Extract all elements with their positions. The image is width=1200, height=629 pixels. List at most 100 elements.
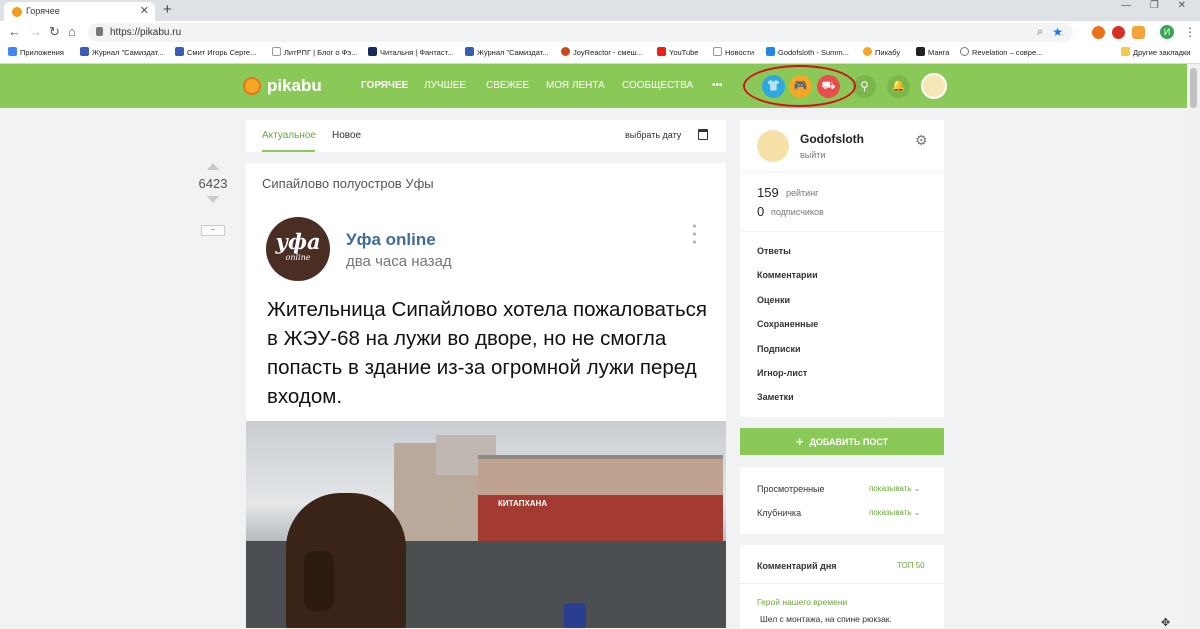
home-icon[interactable]: ⌂ (68, 24, 76, 39)
search-icon[interactable]: ⚲ (853, 75, 876, 98)
nav-best[interactable]: ЛУЧШЕЕ (424, 80, 466, 92)
filter-strawberry-dropdown[interactable]: показывать ⌄ (869, 508, 920, 517)
extension-icon[interactable] (1092, 26, 1105, 39)
author-avatar[interactable]: уфа online (266, 217, 330, 281)
bookmark-star-icon[interactable]: ★ (1052, 23, 1063, 42)
nav-hot[interactable]: ГОРЯЧЕЕ (361, 80, 408, 92)
chevron-down-icon: ⌄ (913, 484, 921, 493)
bookmark-item[interactable]: Манга (916, 47, 949, 59)
tab-actual[interactable]: Актуальное (262, 130, 316, 141)
pikabu-favicon-icon (12, 7, 22, 17)
menu-dots-icon[interactable]: ⋮ (1184, 25, 1196, 39)
menu-notes[interactable]: Заметки (757, 392, 794, 402)
profile-username[interactable]: Godofsloth (800, 132, 864, 146)
divider (740, 583, 944, 584)
menu-ratings[interactable]: Оценки (757, 295, 790, 305)
post-card: Сипайлово полуостров Уфы уфа online Уфа … (246, 163, 726, 628)
nav-communities[interactable]: СООБЩЕСТВА (622, 80, 693, 92)
bookmark-item[interactable]: Godofsloth - Summ... (766, 47, 849, 59)
profile-stats: 159 рейтинг 0 подписчиков (740, 173, 944, 231)
more-icon[interactable]: ••• (712, 80, 723, 92)
bookmark-item[interactable]: Смит Игорь Серге... (175, 47, 256, 59)
upvote-icon[interactable] (207, 163, 219, 170)
bookmark-youtube[interactable]: YouTube (657, 47, 698, 59)
window-controls[interactable]: — ❐ ✕ (1121, 0, 1194, 11)
filter-viewed-dropdown[interactable]: показывать ⌄ (869, 484, 920, 493)
feed-tabs: Актуальное Новое выбрать дату (246, 120, 726, 152)
active-tab-indicator (262, 150, 315, 152)
author-name[interactable]: Уфа online (346, 230, 436, 250)
bookmark-item[interactable]: ЛитРПГ | Блог о Фэ... (272, 47, 357, 59)
subscribers-value: 0 (757, 204, 765, 219)
bookmark-item[interactable]: Журнал "Самиздат... (80, 47, 164, 59)
filter-viewed-label: Просмотренные (757, 484, 825, 494)
logo-icon (243, 77, 261, 95)
cursor-icon: ✥ (1161, 617, 1171, 629)
comment-author[interactable]: Герой нашего времени (757, 597, 847, 607)
logout-link[interactable]: выйти (800, 150, 825, 160)
extension-icon[interactable] (1132, 26, 1145, 39)
bell-icon[interactable]: 🔔 (887, 75, 910, 98)
forward-icon[interactable]: → (29, 24, 42, 39)
collapse-button[interactable]: − (201, 225, 225, 236)
rating-value: 159 (757, 185, 779, 200)
calendar-icon[interactable] (698, 129, 708, 140)
bookmark-other-folder[interactable]: Другие закладки (1121, 47, 1190, 59)
comment-of-day-card: Комментарий дня ТОП 50 Герой нашего врем… (740, 545, 944, 628)
nav-my-feed[interactable]: МОЯ ЛЕНТА (546, 80, 605, 92)
person-hand (304, 551, 334, 611)
chevron-down-icon: ⌄ (913, 508, 921, 517)
profile-avatar[interactable]: И (1160, 25, 1174, 39)
tab-new[interactable]: Новое (332, 130, 361, 141)
bookmark-apps[interactable]: Приложения (8, 47, 64, 59)
user-avatar[interactable] (921, 73, 947, 99)
menu-saved[interactable]: Сохраненные (757, 319, 818, 329)
scrollbar[interactable] (1187, 64, 1200, 628)
settings-gear-icon[interactable]: ⚙ (915, 132, 928, 149)
profile-card: Godofsloth выйти ⚙ (740, 120, 944, 172)
post-image[interactable]: КИТАПХАНА (246, 421, 726, 628)
vote-column: 6423 − (196, 163, 230, 236)
bookmark-item[interactable]: JoyReactor - смеш... (561, 47, 643, 59)
bookmarks-bar: Приложения Журнал "Самиздат... Смит Игор… (0, 44, 1200, 64)
menu-ignore-list[interactable]: Игнор-лист (757, 368, 807, 378)
plus-icon: + (795, 434, 804, 449)
filters-card: Просмотренные показывать ⌄ Клубничка пок… (740, 467, 944, 534)
logo-mark (564, 603, 586, 628)
top-50-link[interactable]: ТОП 50 (897, 561, 925, 570)
menu-answers[interactable]: Ответы (757, 246, 791, 256)
extension-badge-icon[interactable] (1112, 26, 1125, 39)
site-header: pikabu ГОРЯЧЕЕ ЛУЧШЕЕ СВЕЖЕЕ МОЯ ЛЕНТА С… (0, 64, 1187, 108)
tab-title: Горячее (26, 6, 60, 16)
bookmark-pikabu[interactable]: Пикабу (863, 47, 900, 59)
browser-tab[interactable]: Горячее ✕ (4, 2, 155, 21)
subscribers-label: подписчиков (771, 207, 824, 217)
zoom-icon[interactable]: ⌕ (1037, 23, 1043, 42)
pick-date-link[interactable]: выбрать дату (625, 130, 681, 140)
post-menu-icon[interactable]: ● ● ● (692, 223, 697, 247)
downvote-icon[interactable] (207, 196, 219, 203)
nav-fresh[interactable]: СВЕЖЕЕ (486, 80, 529, 92)
menu-subscriptions[interactable]: Подписки (757, 344, 801, 354)
url-field[interactable]: https://pikabu.ru ⌕ ★ (88, 23, 1073, 42)
bookmark-item[interactable]: Читальня | Фантаст... (368, 47, 453, 59)
reload-icon[interactable]: ↻ (49, 24, 60, 40)
post-title[interactable]: Сипайлово полуостров Уфы (262, 176, 434, 191)
comment-of-day-title: Комментарий дня (757, 561, 837, 571)
browser-tabstrip: Горячее ✕ + — ❐ ✕ (0, 0, 1200, 21)
bookmark-item[interactable]: Журнал "Самиздат... (465, 47, 549, 59)
new-tab-button[interactable]: + (163, 1, 172, 18)
close-tab-icon[interactable]: ✕ (140, 2, 149, 21)
profile-avatar-large[interactable] (757, 130, 789, 162)
add-post-button[interactable]: + ДОБАВИТЬ ПОСТ (740, 428, 944, 455)
post-time: два часа назад (346, 253, 452, 270)
rating-label: рейтинг (786, 188, 819, 198)
url-text: https://pikabu.ru (110, 27, 182, 38)
bookmark-item[interactable]: Revelation – совре... (960, 47, 1042, 59)
scrollbar-thumb[interactable] (1190, 68, 1197, 108)
menu-comments[interactable]: Комментарии (757, 270, 818, 280)
back-icon[interactable]: ← (8, 24, 21, 39)
bookmark-item[interactable]: Новости (713, 47, 754, 59)
lock-icon (96, 27, 103, 36)
pikabu-logo[interactable]: pikabu (243, 76, 322, 96)
